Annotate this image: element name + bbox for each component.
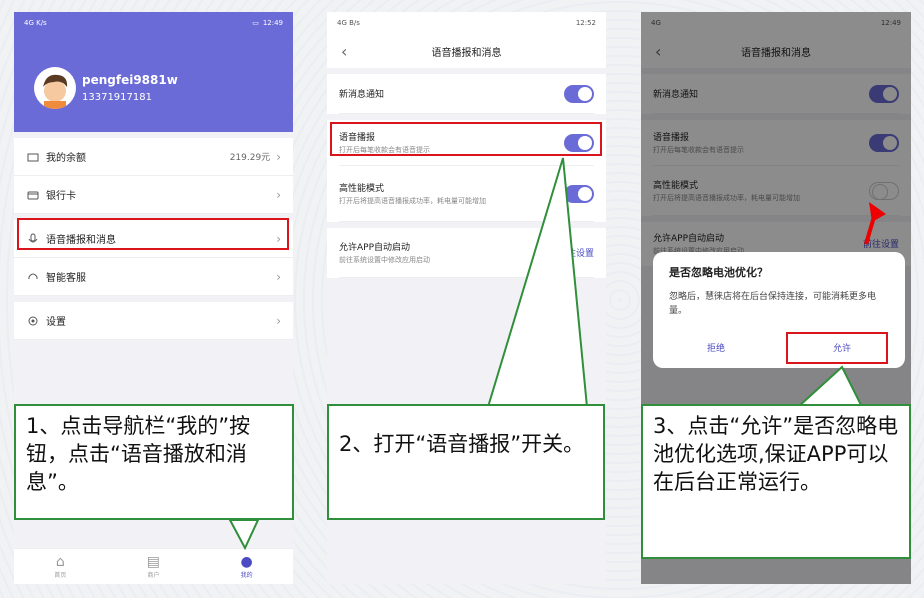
callout-step-2: 2、打开“语音播报”开关。 — [327, 404, 605, 520]
callout-step-1: 1、点击导航栏“我的”按钮，点击“语音播放和消息”。 — [14, 404, 294, 520]
callout-step-3: 3、点击“允许”是否忽略电池优化选项,保证APP可以在后台正常运行。 — [641, 404, 911, 559]
